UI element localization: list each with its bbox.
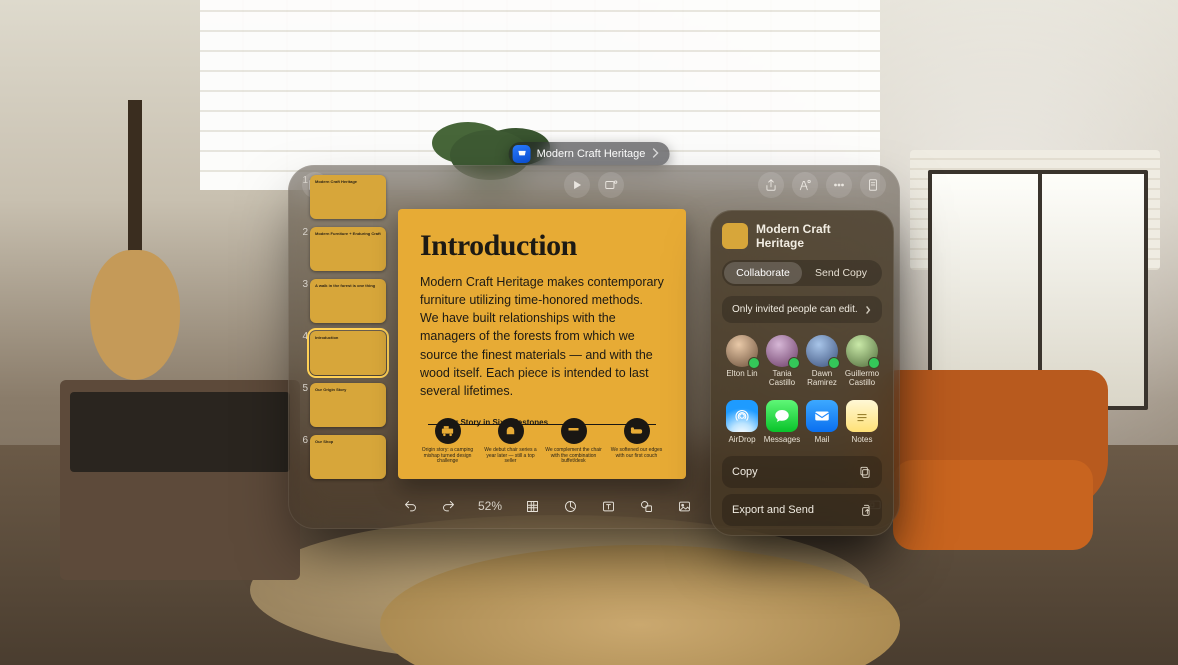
tab-send-copy[interactable]: Send Copy: [802, 262, 880, 284]
slide-number: 6: [298, 435, 308, 446]
share-mode-segmented[interactable]: Collaborate Send Copy: [722, 260, 882, 286]
share-app-notes[interactable]: Notes: [842, 400, 882, 444]
zoom-level[interactable]: 52%: [474, 499, 506, 513]
milestone-icon: [561, 418, 587, 444]
slide-thumbnail-selected[interactable]: Introduction: [310, 331, 386, 375]
share-contact[interactable]: Guillermo Castillo: [842, 335, 882, 388]
keynote-app-icon: [513, 145, 531, 163]
chevron-right-icon: [651, 148, 659, 161]
tab-collaborate[interactable]: Collaborate: [724, 262, 802, 284]
share-button[interactable]: [758, 172, 784, 198]
avatar: [806, 335, 838, 367]
messages-icon: [766, 400, 798, 432]
export-send-action[interactable]: Export and Send: [722, 494, 882, 526]
share-popover: Modern Craft Heritage Collaborate Send C…: [710, 210, 894, 536]
notes-icon: [846, 400, 878, 432]
status-badge: [788, 357, 800, 369]
share-app-mail[interactable]: Mail: [802, 400, 842, 444]
format-button[interactable]: [792, 172, 818, 198]
milestone-row: Origin story: a camping mishap turned de…: [416, 418, 668, 465]
play-button[interactable]: [564, 172, 590, 198]
copy-action[interactable]: Copy: [722, 456, 882, 488]
share-people-row: Elton Lin Tania Castillo Dawn Ramirez Gu…: [722, 335, 882, 388]
slide-number: 5: [298, 383, 308, 394]
keynote-live-button[interactable]: [598, 172, 624, 198]
slide-heading: Introduction: [420, 229, 664, 263]
status-badge: [868, 357, 880, 369]
share-contact[interactable]: Dawn Ramirez: [802, 335, 842, 388]
airdrop-icon: [726, 400, 758, 432]
slide-canvas[interactable]: Introduction Modern Craft Heritage makes…: [398, 209, 686, 479]
slide-thumbnail[interactable]: A walk in the forest is one thing: [310, 279, 386, 323]
slide-navigator[interactable]: 1 Modern Craft Heritage 2 Modern Furnitu…: [296, 173, 390, 485]
copy-icon: [858, 465, 872, 479]
slide-number: 4: [298, 331, 308, 342]
status-badge: [748, 357, 760, 369]
slide-number: 2: [298, 227, 308, 238]
undo-button[interactable]: [398, 494, 422, 518]
share-app-airdrop[interactable]: AirDrop: [722, 400, 762, 444]
milestone-icon: [435, 418, 461, 444]
document-thumbnail-icon: [722, 223, 748, 249]
share-contact[interactable]: Elton Lin: [722, 335, 762, 388]
permissions-label: Only invited people can edit.: [732, 304, 858, 315]
milestone-icon: [624, 418, 650, 444]
slide-thumbnail[interactable]: Modern Furniture + Enduring Craft: [310, 227, 386, 271]
window-title-pill[interactable]: Modern Craft Heritage: [509, 142, 670, 166]
avatar: [766, 335, 798, 367]
insert-shape-button[interactable]: [634, 494, 658, 518]
share-contact[interactable]: Tania Castillo: [762, 335, 802, 388]
insert-chart-button[interactable]: [558, 494, 582, 518]
share-apps-row: AirDrop Messages Mail Notes: [722, 400, 882, 444]
status-badge: [828, 357, 840, 369]
share-app-messages[interactable]: Messages: [762, 400, 802, 444]
slide-number: 1: [298, 175, 308, 186]
slide-body-text: Modern Craft Heritage makes contemporary…: [420, 273, 664, 400]
avatar: [726, 335, 758, 367]
slide-thumbnail[interactable]: Modern Craft Heritage: [310, 175, 386, 219]
insert-table-button[interactable]: [520, 494, 544, 518]
document-settings-button[interactable]: [860, 172, 886, 198]
redo-button[interactable]: [436, 494, 460, 518]
document-title: Modern Craft Heritage: [537, 148, 646, 160]
chevron-right-icon: [864, 305, 872, 315]
insert-media-button[interactable]: [672, 494, 696, 518]
milestone-icon: [498, 418, 524, 444]
mail-icon: [806, 400, 838, 432]
slide-number: 3: [298, 279, 308, 290]
permissions-row[interactable]: Only invited people can edit.: [722, 296, 882, 323]
insert-text-button[interactable]: [596, 494, 620, 518]
export-icon: [858, 503, 872, 517]
share-document-title: Modern Craft Heritage: [756, 222, 882, 250]
bottom-toolbar: 52%: [398, 491, 696, 521]
slide-thumbnail[interactable]: Our Origin Story: [310, 383, 386, 427]
avatar: [846, 335, 878, 367]
more-button[interactable]: [826, 172, 852, 198]
slide-thumbnail[interactable]: Our Shop: [310, 435, 386, 479]
